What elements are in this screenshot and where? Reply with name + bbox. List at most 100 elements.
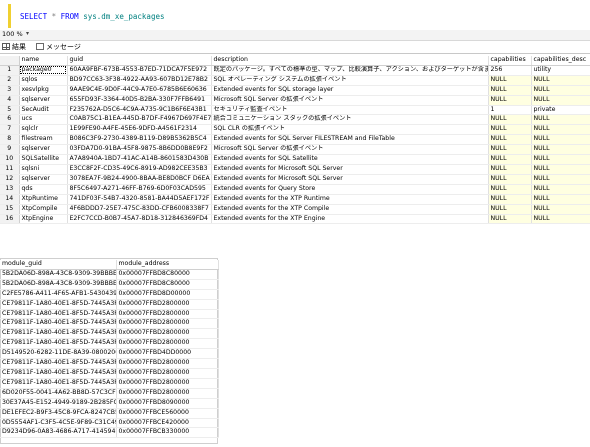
table-cell[interactable]: 1 xyxy=(488,105,532,116)
table-cell[interactable]: 1E99FE90-A4FE-45E6-9DFD-A4561F2314 xyxy=(67,124,212,136)
table-row[interactable]: CE79811F-1A80-40E1-8F5D-7445A3F375E70x00… xyxy=(0,368,219,379)
column-header[interactable]: module_guid xyxy=(0,260,117,270)
table-cell[interactable]: XtpEngine xyxy=(19,214,68,225)
table-cell[interactable]: 0x00007FFBD8090000 xyxy=(116,398,219,409)
table-cell[interactable]: sqlserver xyxy=(19,144,68,156)
table-cell[interactable]: 0x00007FFBD2800000 xyxy=(116,388,219,399)
table-cell[interactable]: Extended events for Microsoft SQL Server xyxy=(211,164,489,175)
table-cell[interactable]: 6D020F55-0041-4A62-BB8D-57C3CF081D7B xyxy=(0,388,117,399)
table-cell[interactable]: NULL xyxy=(488,95,532,106)
row-number[interactable]: 10 xyxy=(0,154,20,165)
tab-results[interactable]: 結果 xyxy=(2,42,26,52)
table-row[interactable]: 12 sqlserver 3078EA7F-9B24-4900-8BAA-BE8D0… xyxy=(0,174,590,185)
table-cell[interactable]: 統合コミュニケーション スタックの拡張イベント xyxy=(211,114,489,126)
table-row[interactable]: CE79811F-1A80-40E1-8F5D-7445A3F375E70x00… xyxy=(0,378,219,389)
table-row[interactable]: 2 sqlos BD97CC63-3F38-4922-AA93-607BD12E78… xyxy=(0,75,590,86)
table-cell[interactable]: NULL xyxy=(531,75,590,86)
table-cell[interactable]: C2FE5786-A411-4F65-AFB1-5430439C8DE6 xyxy=(0,289,117,300)
table-cell[interactable]: NULL xyxy=(488,154,532,165)
table-cell[interactable]: NULL xyxy=(531,85,590,96)
table-cell[interactable]: NULL xyxy=(531,95,590,106)
table-row[interactable]: 5 SecAudit F235762A-D5C6-4C9A-A735-9C1B6F6… xyxy=(0,105,590,116)
table-cell[interactable]: NULL xyxy=(531,124,590,136)
table-cell[interactable]: 30E37A45-E152-4949-9189-2B285FCC4A6F xyxy=(0,398,117,409)
table-cell[interactable]: 741DF03F-54B7-4320-8581-BA44D5AEF172F xyxy=(67,194,212,205)
table-row[interactable]: 16 XtpEngine E2FC7CCD-B0B7-45A7-8D18-31284… xyxy=(0,214,590,225)
table-cell[interactable]: SQLSatellite xyxy=(19,154,68,165)
row-number[interactable]: 4 xyxy=(0,95,20,106)
table-cell[interactable]: NULL xyxy=(488,114,532,126)
sql-statement[interactable]: SELECT * FROM sys.dm_xe_packages xyxy=(20,12,165,21)
table-cell[interactable]: 9AAE9C4E-9D0F-44C9-A7E0-6785B6E60636 xyxy=(67,85,212,96)
table-cell[interactable]: CE79811F-1A80-40E1-8F5D-7445A3F375E7 xyxy=(0,338,117,350)
table-cell[interactable]: CE79811F-1A80-40E1-8F5D-7445A3F375E7 xyxy=(0,358,117,369)
table-cell[interactable]: Extended events for Query Store xyxy=(211,184,489,195)
table-cell[interactable]: B086C3F9-2730-4389-B119-D89B5362B5C4 xyxy=(67,134,212,146)
table-cell[interactable]: E3CC8F2F-CD35-49C6-8919-AD982CEE35B3 xyxy=(67,164,212,175)
query-editor[interactable]: SELECT * FROM sys.dm_xe_packages xyxy=(0,0,590,30)
table-cell[interactable]: NULL xyxy=(531,194,590,205)
table-cell[interactable]: NULL xyxy=(531,144,590,156)
table-cell[interactable]: A7A8940A-1BD7-41AC-A14B-8601583D430B xyxy=(67,154,212,165)
table-cell[interactable]: Extended events for Microsoft SQL Server xyxy=(211,174,489,185)
table-cell[interactable]: sqlclr xyxy=(19,124,68,136)
table-cell[interactable]: 5B2DA06D-898A-43C8-9309-39BBBE93EBBD xyxy=(0,269,117,280)
table-cell[interactable]: NULL xyxy=(531,114,590,126)
table-row[interactable]: 6 ucs C0AB75C1-B1EA-445D-B7DF-F4967D697F4E… xyxy=(0,114,590,126)
table-cell[interactable]: F235762A-D5C6-4C9A-A735-9C1B6F6E43B1 xyxy=(67,105,212,116)
column-header[interactable]: capabilities_desc xyxy=(531,56,590,66)
table-row[interactable]: C2FE5786-A411-4F65-AFB1-5430439C8DE60x00… xyxy=(0,289,219,300)
table-row[interactable]: CE79811F-1A80-40E1-8F5D-7445A3F375E70x00… xyxy=(0,338,219,350)
table-cell[interactable]: Extended events for the XTP Runtime xyxy=(211,194,489,205)
chevron-down-icon[interactable]: ▾ xyxy=(26,30,29,37)
table-row[interactable]: CE79811F-1A80-40E1-8F5D-7445A3F375E70x00… xyxy=(0,328,219,340)
table-cell[interactable]: NULL xyxy=(488,75,532,86)
table-cell[interactable]: NULL xyxy=(488,194,532,205)
table-cell[interactable]: NULL xyxy=(531,184,590,195)
column-header[interactable]: module_address xyxy=(116,260,219,270)
table-row[interactable]: 30E37A45-E152-4949-9189-2B285FCC4A6F0x00… xyxy=(0,398,219,409)
table-cell[interactable]: 0x00007FFBD2800000 xyxy=(116,328,219,340)
table-cell[interactable]: 0x00007FFBD8C80000 xyxy=(116,269,219,280)
table-cell[interactable]: 0x00007FFBD2800000 xyxy=(116,368,219,379)
table-cell[interactable]: Extended events for SQL Satellite xyxy=(211,154,489,165)
table-cell[interactable]: SecAudit xyxy=(19,105,68,116)
table-row[interactable]: D5149520-6282-11DE-8A39-0800200C9A660x00… xyxy=(0,348,219,360)
table-cell[interactable]: D9234D96-0A83-4686-A717-414594F86D71 xyxy=(0,427,117,439)
column-header[interactable]: description xyxy=(211,56,489,66)
table-row[interactable]: 10 SQLSatellite A7A8940A-1BD7-41AC-A14B-86… xyxy=(0,154,590,165)
table-cell[interactable]: SQL CLR の拡張イベント xyxy=(211,124,489,136)
table-cell[interactable]: 03FDA7D0-91BA-45F8-9875-8B6DD0B8E9F2 xyxy=(67,144,212,156)
table-row[interactable]: CE79811F-1A80-40E1-8F5D-7445A3F375E70x00… xyxy=(0,358,219,369)
table-cell[interactable]: CE79811F-1A80-40E1-8F5D-7445A3F375E7 xyxy=(0,378,117,389)
table-cell[interactable]: NULL xyxy=(488,214,532,225)
table-row[interactable]: 3 xesvlpkg 9AAE9C4E-9D0F-44C9-A7E0-6785B6E… xyxy=(0,85,590,96)
table-row[interactable]: 1 package0 60AA9FBF-673B-4553-B7ED-71DCA7F… xyxy=(0,65,590,76)
table-cell[interactable]: CE79811F-1A80-40E1-8F5D-7445A3F375E7 xyxy=(0,318,117,330)
table-row[interactable]: 0D5554AF1-C3F5-4C5E-9F89-C31C4957F3F0x00… xyxy=(0,418,219,429)
table-cell[interactable]: DE1EFEC2-B9F3-45C8-9FCA-8247CB57109C xyxy=(0,408,117,419)
table-cell[interactable]: NULL xyxy=(488,134,532,146)
table-row[interactable]: D9234D96-0A83-4686-A717-414594F86D710x00… xyxy=(0,427,219,439)
table-cell[interactable]: 0x00007FFBD2800000 xyxy=(116,299,219,310)
row-number[interactable]: 14 xyxy=(0,194,20,205)
table-row[interactable]: CE79811F-1A80-40E1-8F5D-7445A3F375E70x00… xyxy=(0,299,219,310)
table-cell[interactable]: 0x00007FFBCE420000 xyxy=(116,418,219,429)
row-number[interactable]: 15 xyxy=(0,204,20,215)
row-number[interactable]: 2 xyxy=(0,75,20,86)
table-row[interactable]: 5B2DA06D-898A-43C8-9309-39BBBE93EBBD0x00… xyxy=(0,279,219,290)
table-cell[interactable]: NULL xyxy=(488,124,532,136)
table-cell[interactable]: qds xyxy=(19,184,68,195)
table-cell[interactable]: 0x00007FFBD2800000 xyxy=(116,378,219,389)
table-cell[interactable]: XtpRuntime xyxy=(19,194,68,205)
table-cell[interactable]: NULL xyxy=(531,164,590,175)
table-cell[interactable]: ucs xyxy=(19,114,68,126)
table-cell[interactable]: 既定のパッケージ。すべての標準の型、マップ、比較演算子、アクション、およびターゲ… xyxy=(211,65,489,76)
table-cell[interactable]: NULL xyxy=(488,174,532,185)
table-cell[interactable]: 655FD93F-3364-40D5-B2BA-330F7FFB6491 xyxy=(67,95,212,106)
table-row[interactable]: 15 XtpCompile 4F6BDDD7-25E7-475C-83DD-CFB6… xyxy=(0,204,590,215)
table-cell[interactable]: BD97CC63-3F38-4922-AA93-607BD12E78B2 xyxy=(67,75,212,86)
table-row[interactable]: CE79811F-1A80-40E1-8F5D-7445A3F375E70x00… xyxy=(0,318,219,330)
table-cell[interactable]: E2FC7CCD-B0B7-45A7-8D18-312846369FD4 xyxy=(67,214,212,225)
column-header[interactable]: guid xyxy=(67,56,212,66)
